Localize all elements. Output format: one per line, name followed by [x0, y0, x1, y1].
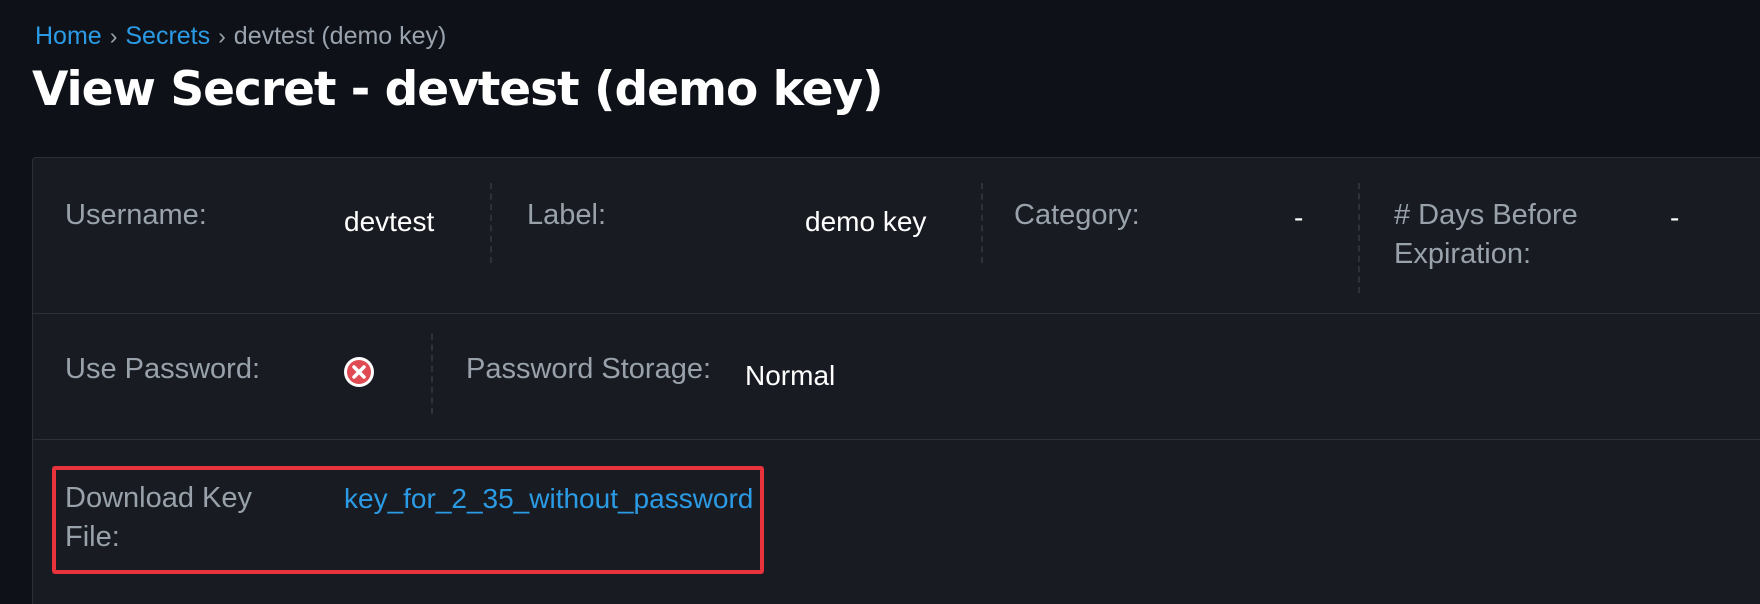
download-key-file-link[interactable]: key_for_2_35_without_password — [344, 479, 753, 518]
breadcrumb: Home › Secrets › devtest (demo key) — [35, 22, 446, 51]
category-label: Category: — [1014, 199, 1140, 231]
details-row-2: Use Password: Password Storage: Normal — [33, 314, 1760, 440]
breadcrumb-current: devtest (demo key) — [233, 22, 447, 50]
column-divider — [1358, 183, 1360, 293]
secret-details-panel: Username: devtest Label: demo key Catego… — [32, 157, 1760, 604]
column-divider — [490, 183, 492, 263]
label-label: Label: — [527, 199, 607, 231]
password-storage-value: Normal — [745, 360, 836, 391]
breadcrumb-home-link[interactable]: Home — [35, 22, 102, 50]
breadcrumb-secrets-link[interactable]: Secrets — [125, 22, 210, 50]
username-value: devtest — [344, 206, 435, 237]
details-row-3: Download Key File: key_for_2_35_without_… — [33, 440, 1760, 604]
category-value: - — [1294, 202, 1304, 233]
password-storage-label: Password Storage: — [466, 353, 712, 385]
download-key-file-label: Download Key File: — [65, 482, 252, 553]
x-circle-icon — [344, 357, 374, 387]
details-row-1: Username: devtest Label: demo key Catego… — [33, 158, 1760, 314]
username-label: Username: — [65, 199, 207, 231]
column-divider — [981, 183, 983, 263]
label-value: demo key — [805, 206, 927, 237]
page-title: View Secret - devtest (demo key) — [32, 62, 884, 117]
column-divider — [431, 334, 433, 414]
days-before-expiration-value: - — [1670, 202, 1680, 233]
days-before-expiration-label: # Days Before Expiration: — [1394, 199, 1578, 270]
page: Home › Secrets › devtest (demo key) View Sec… — [0, 0, 1760, 604]
breadcrumb-separator: › — [109, 23, 118, 49]
breadcrumb-separator: › — [218, 23, 226, 49]
use-password-label: Use Password: — [65, 353, 261, 385]
